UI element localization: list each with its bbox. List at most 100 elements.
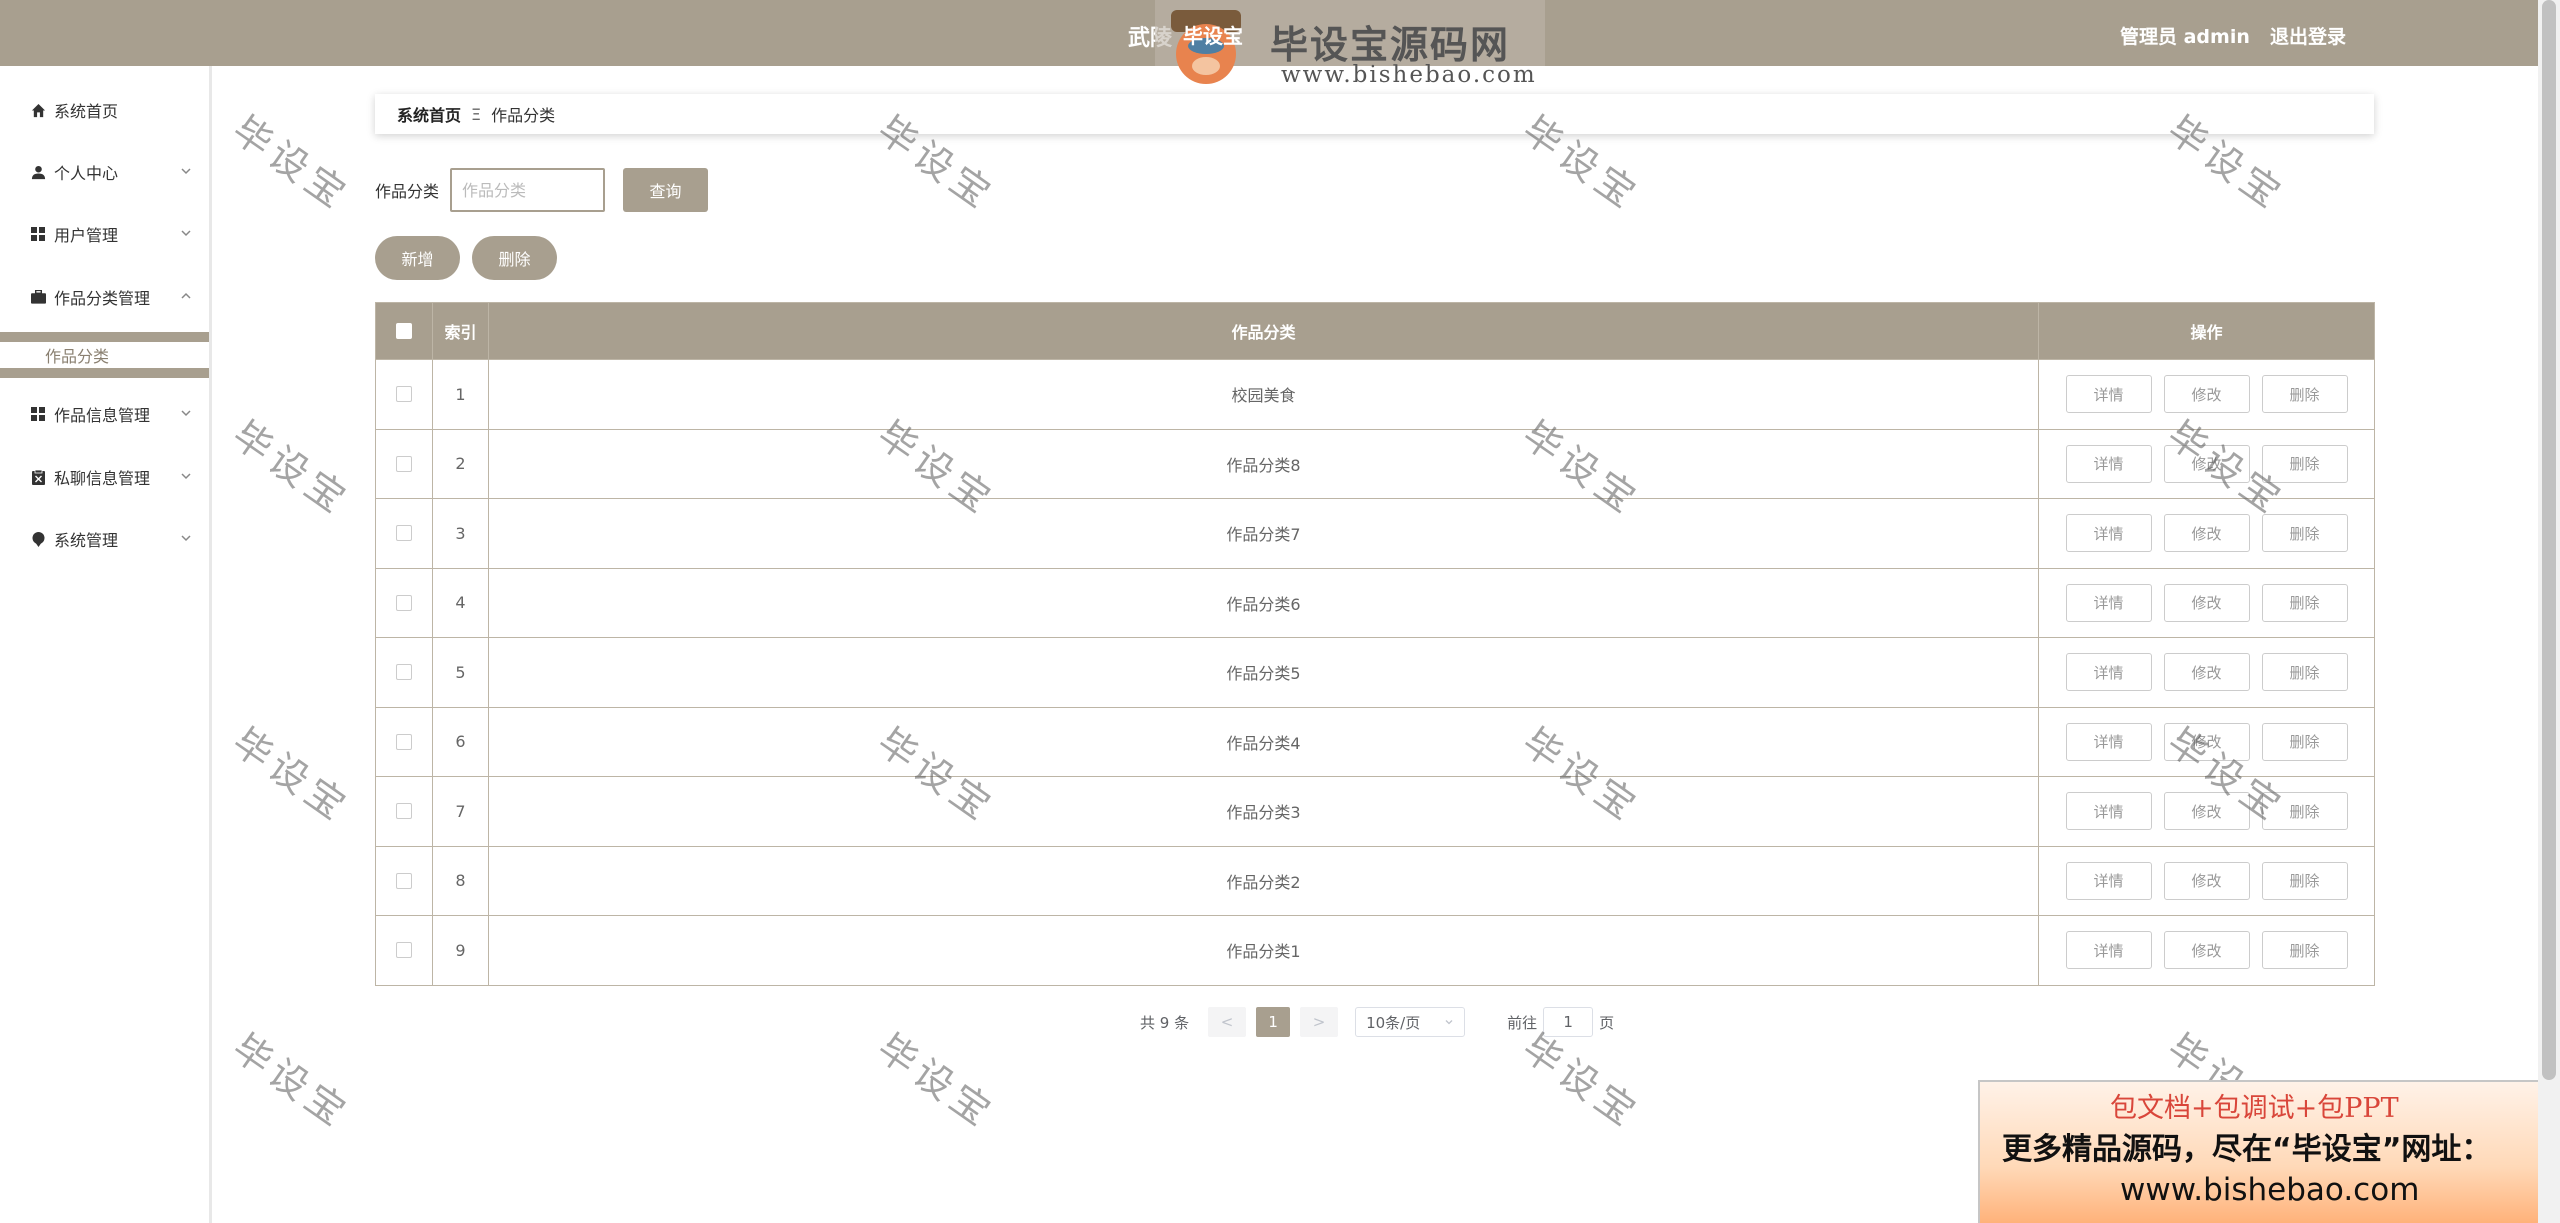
detail-button[interactable]: 详情 — [2065, 514, 2152, 553]
row-category-name: 作品分类5 — [489, 638, 2039, 707]
promo-banner: 包文档+包调试+包PPT 更多精品源码，尽在“毕设宝”网址： www.bishe… — [1978, 1080, 2560, 1223]
watermark-text: 毕设宝 — [224, 1025, 358, 1138]
sidebar-item-category-management[interactable]: 作品分类管理 — [0, 267, 209, 327]
page-scrollbar[interactable] — [2538, 0, 2560, 1223]
promo-line-1: 包文档+包调试+包PPT — [2110, 1093, 2399, 1124]
table-row: 2 作品分类8 详情 修改 删除 — [376, 428, 2374, 498]
sidebar-subitem-category[interactable]: 作品分类 — [0, 342, 209, 368]
chevron-down-icon — [181, 168, 191, 175]
row-checkbox[interactable] — [396, 942, 412, 959]
row-actions: 详情 修改 删除 — [2039, 847, 2374, 916]
edit-button[interactable]: 修改 — [2163, 375, 2250, 414]
edit-button[interactable]: 修改 — [2163, 722, 2250, 761]
row-checkbox[interactable] — [396, 386, 412, 403]
detail-button[interactable]: 详情 — [2065, 722, 2152, 761]
delete-button[interactable]: 删除 — [2261, 931, 2348, 970]
detail-button[interactable]: 详情 — [2065, 861, 2152, 900]
pagination-total: 共 9 条 — [1140, 1013, 1190, 1032]
admin-username: 管理员 admin — [2120, 26, 2250, 48]
edit-button[interactable]: 修改 — [2163, 792, 2250, 831]
detail-button[interactable]: 详情 — [2065, 444, 2152, 483]
row-checkbox[interactable] — [396, 872, 412, 889]
delete-button[interactable]: 删除 — [2261, 653, 2348, 692]
delete-button[interactable]: 删除 — [2261, 861, 2348, 900]
row-checkbox[interactable] — [396, 664, 412, 681]
row-actions: 详情 修改 删除 — [2039, 569, 2374, 638]
row-category-name: 作品分类7 — [489, 499, 2039, 568]
goto-page-input[interactable] — [1543, 1007, 1594, 1037]
table-row: 6 作品分类4 详情 修改 删除 — [376, 706, 2374, 776]
scrollbar-thumb[interactable] — [2542, 0, 2556, 1080]
edit-button[interactable]: 修改 — [2163, 653, 2250, 692]
chevron-down-icon — [181, 230, 191, 237]
row-checkbox[interactable] — [396, 455, 412, 472]
row-checkbox-cell — [376, 638, 433, 707]
logout-link[interactable]: 退出登录 — [2270, 22, 2346, 49]
sidebar-item-profile[interactable]: 个人中心 — [0, 142, 209, 202]
delete-button[interactable]: 删除 — [2261, 722, 2348, 761]
row-category-name: 作品分类1 — [489, 916, 2039, 985]
detail-button[interactable]: 详情 — [2065, 653, 2152, 692]
select-all-checkbox[interactable] — [396, 323, 412, 339]
row-checkbox[interactable] — [396, 803, 412, 820]
row-checkbox-cell — [376, 707, 433, 776]
row-checkbox[interactable] — [396, 733, 412, 750]
row-actions: 详情 修改 删除 — [2039, 638, 2374, 707]
detail-button[interactable]: 详情 — [2065, 931, 2152, 970]
delete-button[interactable]: 删除 — [2261, 444, 2348, 483]
sidebar-item-label: 作品信息管理 — [54, 406, 151, 425]
table-row: 4 作品分类6 详情 修改 删除 — [376, 567, 2374, 638]
sidebar-item-system[interactable]: 系统管理 — [0, 509, 209, 569]
edit-button[interactable]: 修改 — [2163, 861, 2250, 900]
sidebar-item-label: 作品分类管理 — [54, 289, 151, 308]
sidebar-item-messages[interactable]: 私聊信息管理 — [0, 447, 209, 507]
delete-button[interactable]: 删除 — [2261, 583, 2348, 622]
row-actions: 详情 修改 删除 — [2039, 777, 2374, 846]
sidebar-item-label: 系统首页 — [54, 102, 119, 121]
promo-line-2: 更多精品源码，尽在“毕设宝”网址： — [2002, 1132, 2492, 1167]
row-checkbox-cell — [376, 568, 433, 637]
row-category-name: 作品分类8 — [489, 429, 2039, 498]
row-index: 7 — [433, 777, 489, 846]
row-checkbox[interactable] — [396, 525, 412, 542]
table-row: 3 作品分类7 详情 修改 删除 — [376, 498, 2374, 568]
delete-button[interactable]: 删除 — [2261, 792, 2348, 831]
detail-button[interactable]: 详情 — [2065, 792, 2152, 831]
batch-delete-button[interactable]: 删除 — [472, 236, 557, 280]
row-checkbox-cell — [376, 777, 433, 846]
edit-button[interactable]: 修改 — [2163, 931, 2250, 970]
query-button[interactable]: 查询 — [623, 168, 708, 212]
delete-button[interactable]: 删除 — [2261, 514, 2348, 553]
row-index: 8 — [433, 846, 489, 915]
column-header-index: 索引 — [433, 303, 489, 359]
chevron-up-icon — [181, 292, 191, 299]
edit-button[interactable]: 修改 — [2163, 444, 2250, 483]
goto-page: 前往 页 — [1507, 1007, 1614, 1037]
delete-button[interactable]: 删除 — [2261, 375, 2348, 414]
edit-button[interactable]: 修改 — [2163, 514, 2250, 553]
chevron-down-icon — [1445, 1020, 1453, 1025]
watermark-text: 毕设宝 — [224, 107, 358, 220]
detail-button[interactable]: 详情 — [2065, 375, 2152, 414]
sidebar-item-label: 系统管理 — [54, 531, 119, 550]
page-number-button[interactable]: 1 — [1256, 1007, 1291, 1037]
page-size-select[interactable]: 10条/页 — [1355, 1007, 1466, 1037]
prev-page-button[interactable]: < — [1208, 1007, 1247, 1037]
row-index: 9 — [433, 916, 489, 985]
sidebar: 系统首页 个人中心 用户管理 作品分类管理 作品分类 作品信息管理 私聊信息管理… — [0, 66, 212, 1223]
row-checkbox-cell — [376, 846, 433, 915]
row-checkbox[interactable] — [396, 594, 412, 611]
sidebar-item-works[interactable]: 作品信息管理 — [0, 384, 209, 444]
sidebar-item-home[interactable]: 系统首页 — [0, 80, 209, 140]
next-page-button[interactable]: > — [1300, 1007, 1339, 1037]
sidebar-item-users[interactable]: 用户管理 — [0, 204, 209, 264]
detail-button[interactable]: 详情 — [2065, 583, 2152, 622]
add-button[interactable]: 新增 — [375, 236, 460, 280]
table-row: 8 作品分类2 详情 修改 删除 — [376, 845, 2374, 916]
category-search-input[interactable] — [450, 168, 605, 212]
grid-icon — [30, 406, 46, 422]
table-row: 1 校园美食 详情 修改 删除 — [376, 359, 2374, 429]
edit-button[interactable]: 修改 — [2163, 583, 2250, 622]
row-index: 3 — [433, 499, 489, 568]
breadcrumb-home-link[interactable]: 系统首页 — [397, 102, 461, 126]
